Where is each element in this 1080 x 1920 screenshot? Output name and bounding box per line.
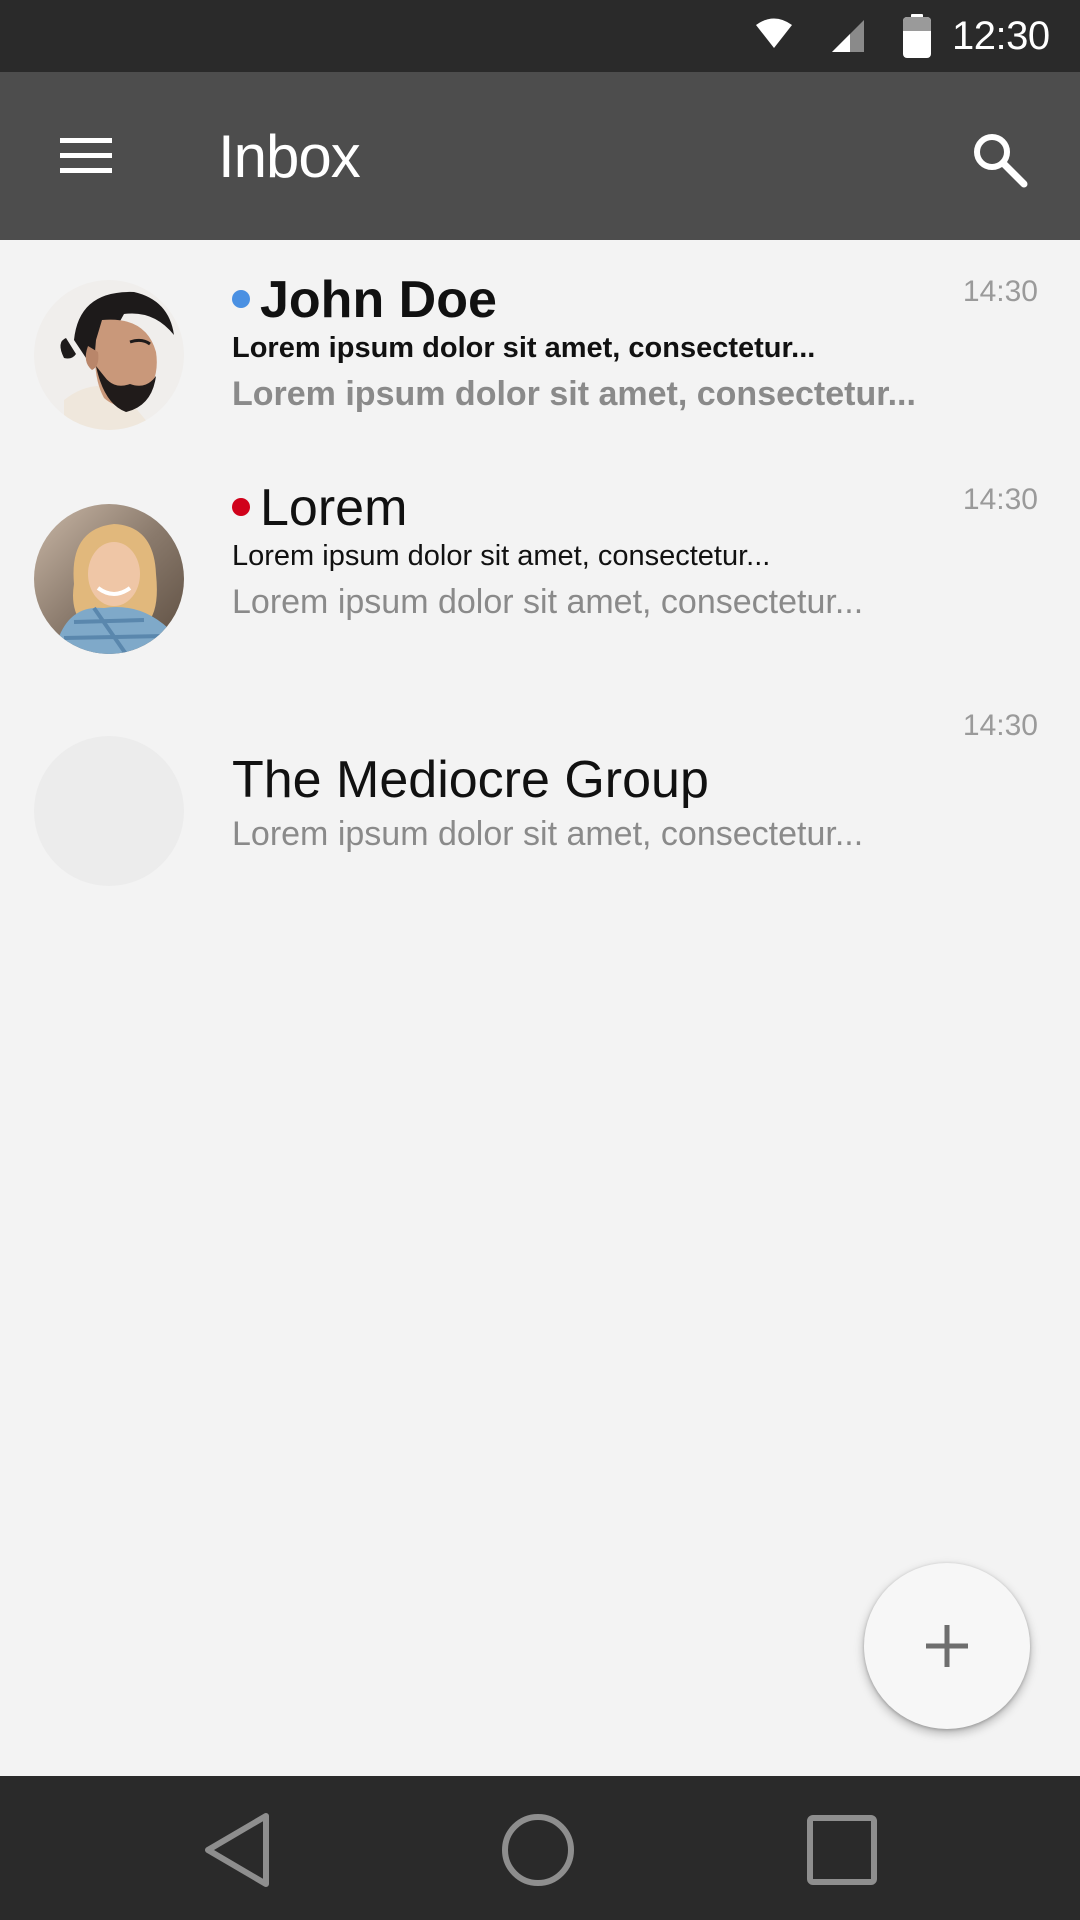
signal-icon — [832, 20, 864, 52]
message-subject: Lorem ipsum dolor sit amet, consectetur.… — [232, 540, 771, 572]
message-preview: Lorem ipsum dolor sit amet, consectetur.… — [232, 375, 916, 413]
plus-icon — [926, 1625, 968, 1667]
message-item-john-doe[interactable]: 14:30 John Doe Lorem ipsum dolor sit ame… — [0, 240, 1080, 460]
message-preview: Lorem ipsum dolor sit amet, consectetur.… — [232, 583, 864, 621]
sender-name: The Mediocre Group — [232, 751, 709, 809]
back-icon[interactable] — [202, 1812, 274, 1888]
unread-dot — [232, 290, 250, 308]
status-time: 12:30 — [952, 14, 1050, 58]
message-subject: Lorem ipsum dolor sit amet, consectetur.… — [232, 332, 816, 364]
message-time: 14:30 — [962, 483, 1038, 516]
man-avatar — [34, 280, 184, 430]
sender-name: Lorem — [260, 479, 408, 537]
home-icon[interactable] — [500, 1812, 576, 1888]
menu-icon[interactable] — [58, 130, 114, 182]
app-bar: Inbox — [0, 72, 1080, 240]
search-icon[interactable] — [970, 130, 1030, 190]
inbox-screen: 12:30 Inbox 14:30 John Doe Lorem ipsum d… — [0, 0, 1080, 1920]
wifi-icon — [756, 18, 792, 48]
navigation-bar — [0, 1776, 1080, 1920]
sender-name: John Doe — [260, 271, 497, 329]
message-time: 14:30 — [962, 709, 1038, 742]
compose-button[interactable] — [864, 1563, 1030, 1729]
message-preview: Lorem ipsum dolor sit amet, consectetur.… — [232, 815, 864, 853]
unread-dot — [232, 498, 250, 516]
battery-icon — [903, 14, 931, 58]
empty-avatar — [34, 736, 184, 886]
page-title: Inbox — [218, 123, 361, 190]
message-time: 14:30 — [962, 275, 1038, 308]
message-item-lorem[interactable]: 14:30 Lorem Lorem ipsum dolor sit amet, … — [0, 460, 1080, 680]
woman-avatar — [34, 504, 184, 654]
status-bar: 12:30 — [0, 0, 1080, 72]
message-item-mediocre-group[interactable]: 14:30 The Mediocre Group Lorem ipsum dol… — [0, 700, 1080, 920]
recents-icon[interactable] — [806, 1814, 878, 1886]
